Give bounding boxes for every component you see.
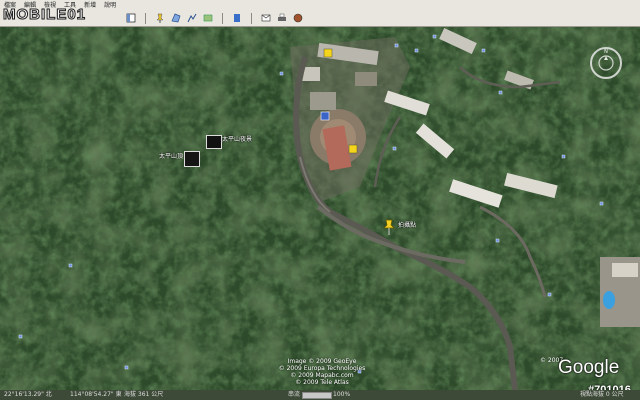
- menu-help[interactable]: 說明: [104, 1, 116, 11]
- longitude-readout: 114°08'54.27" 東: [70, 391, 122, 398]
- stream-progress-fill: [303, 393, 331, 398]
- stream-label: 串流: [288, 391, 301, 398]
- placemark-icon[interactable]: [155, 13, 165, 23]
- toolbar-separator: [222, 12, 223, 24]
- google-logo: Google: [558, 357, 620, 378]
- print-icon[interactable]: [277, 13, 287, 23]
- path-icon[interactable]: [187, 13, 197, 23]
- maps-icon[interactable]: [293, 13, 303, 23]
- pushpin-icon[interactable]: [382, 219, 396, 239]
- place-label-peak[interactable]: 太平山頂: [159, 151, 183, 160]
- status-bar: 22°16'13.29" 北 114°08'54.27" 東 海拔 361 公尺…: [0, 390, 640, 400]
- photo-thumbnail[interactable]: [184, 151, 200, 167]
- toolbar: 檔案 編輯 檢視 工具 新增 說明 MOBILE01: [0, 0, 640, 27]
- map-attribution: Image © 2009 GeoEye © 2009 Europa Techno…: [262, 358, 382, 386]
- attribution-line: © 2009 Mapabc.com: [290, 372, 354, 379]
- mobile01-logo: MOBILE01: [2, 6, 87, 24]
- eye-altitude-readout: 視點海拔 0 公尺: [580, 391, 624, 398]
- attribution-line: © 2009 Europa Technologies: [278, 365, 366, 372]
- tour-icon[interactable]: [232, 13, 242, 23]
- latitude-readout: 22°16'13.29" 北: [4, 391, 52, 398]
- toolbar-buttons: [126, 12, 303, 24]
- email-icon[interactable]: [261, 13, 271, 23]
- sidebar-icon[interactable]: [126, 13, 136, 23]
- polygon-icon[interactable]: [171, 13, 181, 23]
- svg-text:N: N: [604, 49, 608, 55]
- toolbar-separator: [145, 12, 146, 24]
- attribution-line: © 2009 Tele Atlas: [295, 379, 349, 386]
- attribution-line: Image © 2009 GeoEye: [287, 358, 357, 365]
- photo-thumbnail[interactable]: [206, 135, 222, 149]
- toolbar-separator: [251, 12, 252, 24]
- navigation-compass[interactable]: N: [588, 45, 624, 85]
- elevation-readout: 海拔 361 公尺: [124, 391, 164, 398]
- satellite-imagery: [0, 27, 640, 390]
- place-label-shooting-spot[interactable]: 拍攝點: [398, 220, 416, 229]
- place-label-peak-night-view[interactable]: 太平山夜景: [222, 134, 252, 143]
- map-view[interactable]: 太平山夜景 太平山頂 拍攝點 N Image © 2009 GeoEye © 2…: [0, 27, 640, 390]
- overlay-icon[interactable]: [203, 13, 213, 23]
- stream-progress-bar: [302, 392, 332, 399]
- stream-percent: 100%: [333, 391, 351, 398]
